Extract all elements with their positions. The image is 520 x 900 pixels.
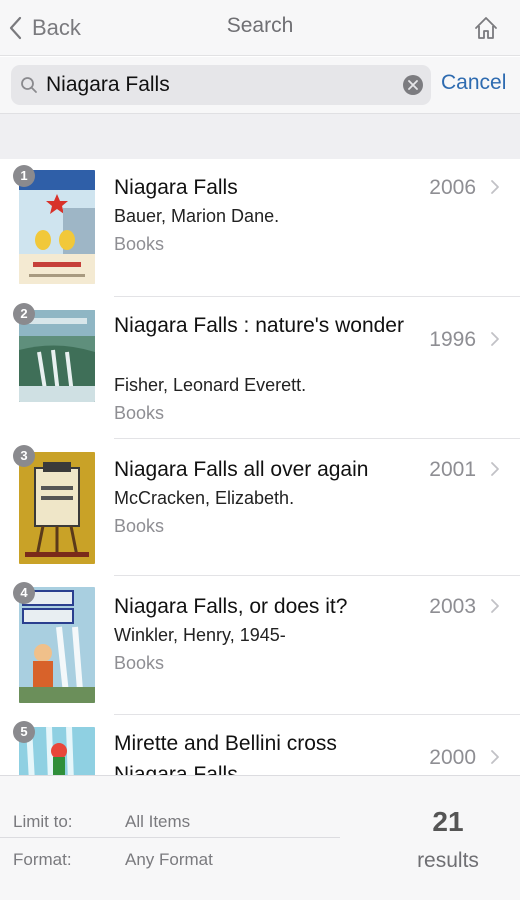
list-item[interactable]: 5 Mirette and Bellini cross Niagara Fall…	[0, 715, 520, 775]
book-cover-image	[19, 452, 95, 564]
book-cover-image	[19, 170, 95, 284]
result-format: Books	[114, 403, 165, 423]
result-title: Mirette and Bellini cross Niagara Falls	[114, 732, 337, 775]
result-title: Niagara Falls : nature's wonder	[114, 314, 404, 337]
limit-label: Limit to:	[13, 812, 73, 831]
list-item[interactable]: 4 Niagara Falls, or does it? Winkler, He…	[0, 576, 520, 715]
rank-badge: 5	[13, 721, 35, 743]
search-field[interactable]	[11, 65, 431, 105]
format-label: Format:	[13, 850, 72, 869]
home-icon[interactable]	[472, 14, 500, 42]
search-input[interactable]	[46, 69, 391, 101]
results-list: 1 Niagara Falls Bauer, Marion Dane. Book…	[0, 159, 520, 775]
rank-badge: 4	[13, 582, 35, 604]
filter-divider	[0, 837, 340, 838]
result-title: Niagara Falls, or does it?	[114, 595, 348, 618]
section-spacer	[0, 113, 520, 159]
cancel-button[interactable]: Cancel	[441, 71, 506, 95]
chevron-right-icon	[491, 750, 499, 764]
list-item[interactable]: 3 Niagara Falls all over again McCracken…	[0, 439, 520, 576]
result-title: Niagara Falls all over again	[114, 458, 369, 481]
navigation-bar: Back Search	[0, 0, 520, 56]
book-cover-image	[19, 310, 95, 402]
chevron-right-icon	[491, 332, 499, 346]
result-year: 2000	[429, 746, 476, 769]
list-item[interactable]: 2 Niagara Falls : nature's wonder Fisher…	[0, 297, 520, 439]
chevron-right-icon	[491, 462, 499, 476]
chevron-right-icon	[491, 599, 499, 613]
book-cover-image	[19, 587, 95, 703]
result-author: Fisher, Leonard Everett.	[114, 375, 307, 395]
rank-badge: 3	[13, 445, 35, 467]
result-format: Books	[114, 516, 165, 536]
search-bar: Cancel	[0, 57, 520, 113]
result-author: Bauer, Marion Dane.	[114, 206, 280, 226]
results-count-label: results	[417, 849, 479, 872]
page-title: Search	[226, 14, 294, 37]
result-author: McCracken, Elizabeth.	[114, 488, 295, 508]
result-year: 2003	[429, 595, 476, 618]
result-title: Niagara Falls	[114, 176, 238, 199]
filter-bar: Limit to: All Items Format: Any Format 2…	[0, 775, 520, 900]
rank-badge: 1	[13, 165, 35, 187]
limit-selector[interactable]: All Items	[125, 812, 190, 832]
search-icon	[21, 77, 37, 93]
result-year: 2006	[429, 176, 476, 199]
chevron-right-icon	[491, 180, 499, 194]
format-selector[interactable]: Any Format	[125, 850, 213, 870]
result-year: 2001	[429, 458, 476, 481]
results-count: 21	[432, 806, 464, 837]
rank-badge: 2	[13, 303, 35, 325]
result-format: Books	[114, 234, 165, 254]
list-item[interactable]: 1 Niagara Falls Bauer, Marion Dane. Book…	[0, 159, 520, 297]
result-year: 1996	[429, 328, 476, 351]
result-author: Winkler, Henry, 1945-	[114, 625, 286, 645]
clear-search-icon[interactable]	[403, 75, 423, 95]
result-format: Books	[114, 653, 165, 673]
